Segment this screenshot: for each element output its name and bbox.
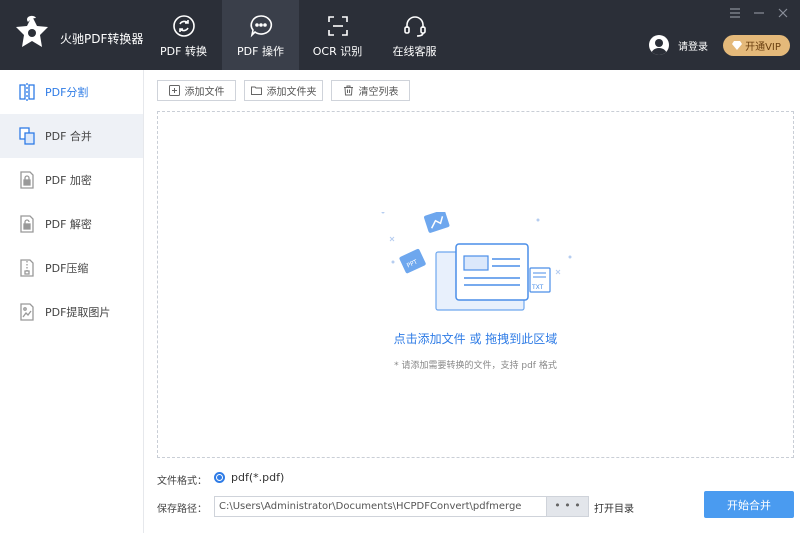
sidebar-item-label: PDF压缩 bbox=[45, 262, 89, 275]
clear-list-button[interactable]: 清空列表 bbox=[331, 80, 410, 101]
add-file-label: 添加文件 bbox=[184, 87, 225, 98]
add-folder-label: 添加文件夹 bbox=[266, 87, 317, 98]
ocr-icon bbox=[327, 16, 348, 36]
add-folder-button[interactable]: 添加文件夹 bbox=[244, 80, 323, 101]
drop-zone-hint: * 请添加需要转换的文件，支持 pdf 格式 bbox=[394, 361, 557, 371]
user-icon bbox=[651, 39, 667, 55]
format-value: pdf(*.pdf) bbox=[231, 471, 285, 484]
close-icon[interactable] bbox=[776, 6, 790, 20]
split-icon bbox=[19, 83, 35, 101]
drop-zone-text: 点击添加文件 或 拖拽到此区域 bbox=[393, 332, 558, 346]
avatar[interactable] bbox=[649, 35, 669, 55]
nav-tab-pdf-convert[interactable]: PDF 转换 bbox=[145, 0, 222, 70]
lock-icon bbox=[20, 171, 34, 189]
sidebar-item-pdf-merge[interactable]: PDF 合并 bbox=[0, 114, 143, 158]
nav-tab-label: 在线客服 bbox=[392, 45, 437, 58]
trash-icon bbox=[343, 85, 353, 96]
nav-tab-online-service[interactable]: 在线客服 bbox=[376, 0, 453, 70]
nav-tab-pdf-operation[interactable]: PDF 操作 bbox=[222, 0, 299, 70]
headset-icon bbox=[403, 16, 426, 37]
sidebar: PDF分割 PDF 合并 PDF 加密 PDF 解密 PDF压缩 PDF提取图片 bbox=[0, 70, 143, 533]
format-radio-pdf[interactable] bbox=[214, 472, 225, 483]
extract-image-icon bbox=[20, 303, 34, 321]
unlock-icon bbox=[20, 215, 34, 233]
save-path-label: 保存路径： bbox=[157, 504, 207, 515]
main-nav: PDF 转换 PDF 操作 OCR 识别 在线客服 bbox=[145, 0, 453, 70]
compress-icon bbox=[20, 259, 34, 277]
nav-tab-ocr[interactable]: OCR 识别 bbox=[299, 0, 376, 70]
vip-button[interactable]: 开通VIP bbox=[723, 35, 790, 56]
sidebar-item-pdf-decrypt[interactable]: PDF 解密 bbox=[0, 202, 143, 246]
menu-icon[interactable] bbox=[728, 6, 742, 20]
window-controls bbox=[728, 6, 790, 20]
top-bar: 火驰PDF转换器 PDF 转换 PDF 操作 OCR 识别 在线客服 请登录 开… bbox=[0, 0, 800, 70]
sidebar-item-pdf-split[interactable]: PDF分割 bbox=[0, 70, 143, 114]
txt-tag: TXT bbox=[531, 284, 544, 291]
nav-tab-label: PDF 转换 bbox=[160, 45, 207, 58]
file-drop-illustration: PPT TXT bbox=[381, 212, 572, 311]
browse-button[interactable]: • • • bbox=[547, 496, 589, 517]
file-format-label: 文件格式： bbox=[157, 476, 207, 487]
main-panel: 添加文件 添加文件夹 清空列表 PPT TXT 点击添加文件 或 拖拽到此区域 … bbox=[143, 70, 800, 533]
sidebar-item-label: PDF分割 bbox=[45, 86, 89, 99]
start-merge-button[interactable]: 开始合并 bbox=[704, 491, 794, 518]
convert-icon bbox=[172, 15, 195, 37]
open-directory-link[interactable]: 打开目录 bbox=[594, 500, 634, 515]
add-icon bbox=[168, 85, 180, 96]
sidebar-item-pdf-encrypt[interactable]: PDF 加密 bbox=[0, 158, 143, 202]
add-file-button[interactable]: 添加文件 bbox=[157, 80, 236, 101]
chat-bubble-icon bbox=[250, 15, 272, 38]
app-title: 火驰PDF转换器 bbox=[60, 32, 144, 46]
nav-tab-label: PDF 操作 bbox=[237, 45, 284, 58]
sidebar-item-label: PDF 合并 bbox=[45, 130, 92, 143]
save-path-input[interactable] bbox=[214, 496, 547, 517]
nav-tab-label: OCR 识别 bbox=[312, 45, 363, 58]
app-logo-icon bbox=[16, 15, 48, 47]
clear-list-label: 清空列表 bbox=[358, 87, 399, 98]
sidebar-item-pdf-compress[interactable]: PDF压缩 bbox=[0, 246, 143, 290]
merge-icon bbox=[19, 127, 35, 145]
sidebar-item-pdf-extract-images[interactable]: PDF提取图片 bbox=[0, 290, 143, 334]
sidebar-item-label: PDF提取图片 bbox=[45, 306, 111, 319]
folder-icon bbox=[250, 86, 262, 95]
login-link[interactable]: 请登录 bbox=[678, 38, 708, 53]
sidebar-item-label: PDF 加密 bbox=[45, 174, 92, 187]
diamond-icon bbox=[732, 41, 743, 50]
sidebar-item-label: PDF 解密 bbox=[45, 218, 92, 231]
vip-label: 开通VIP bbox=[745, 42, 781, 53]
file-drop-zone[interactable]: PPT TXT 点击添加文件 或 拖拽到此区域 * 请添加需要转换的文件，支持 … bbox=[157, 111, 794, 458]
minimize-icon[interactable] bbox=[752, 6, 766, 20]
